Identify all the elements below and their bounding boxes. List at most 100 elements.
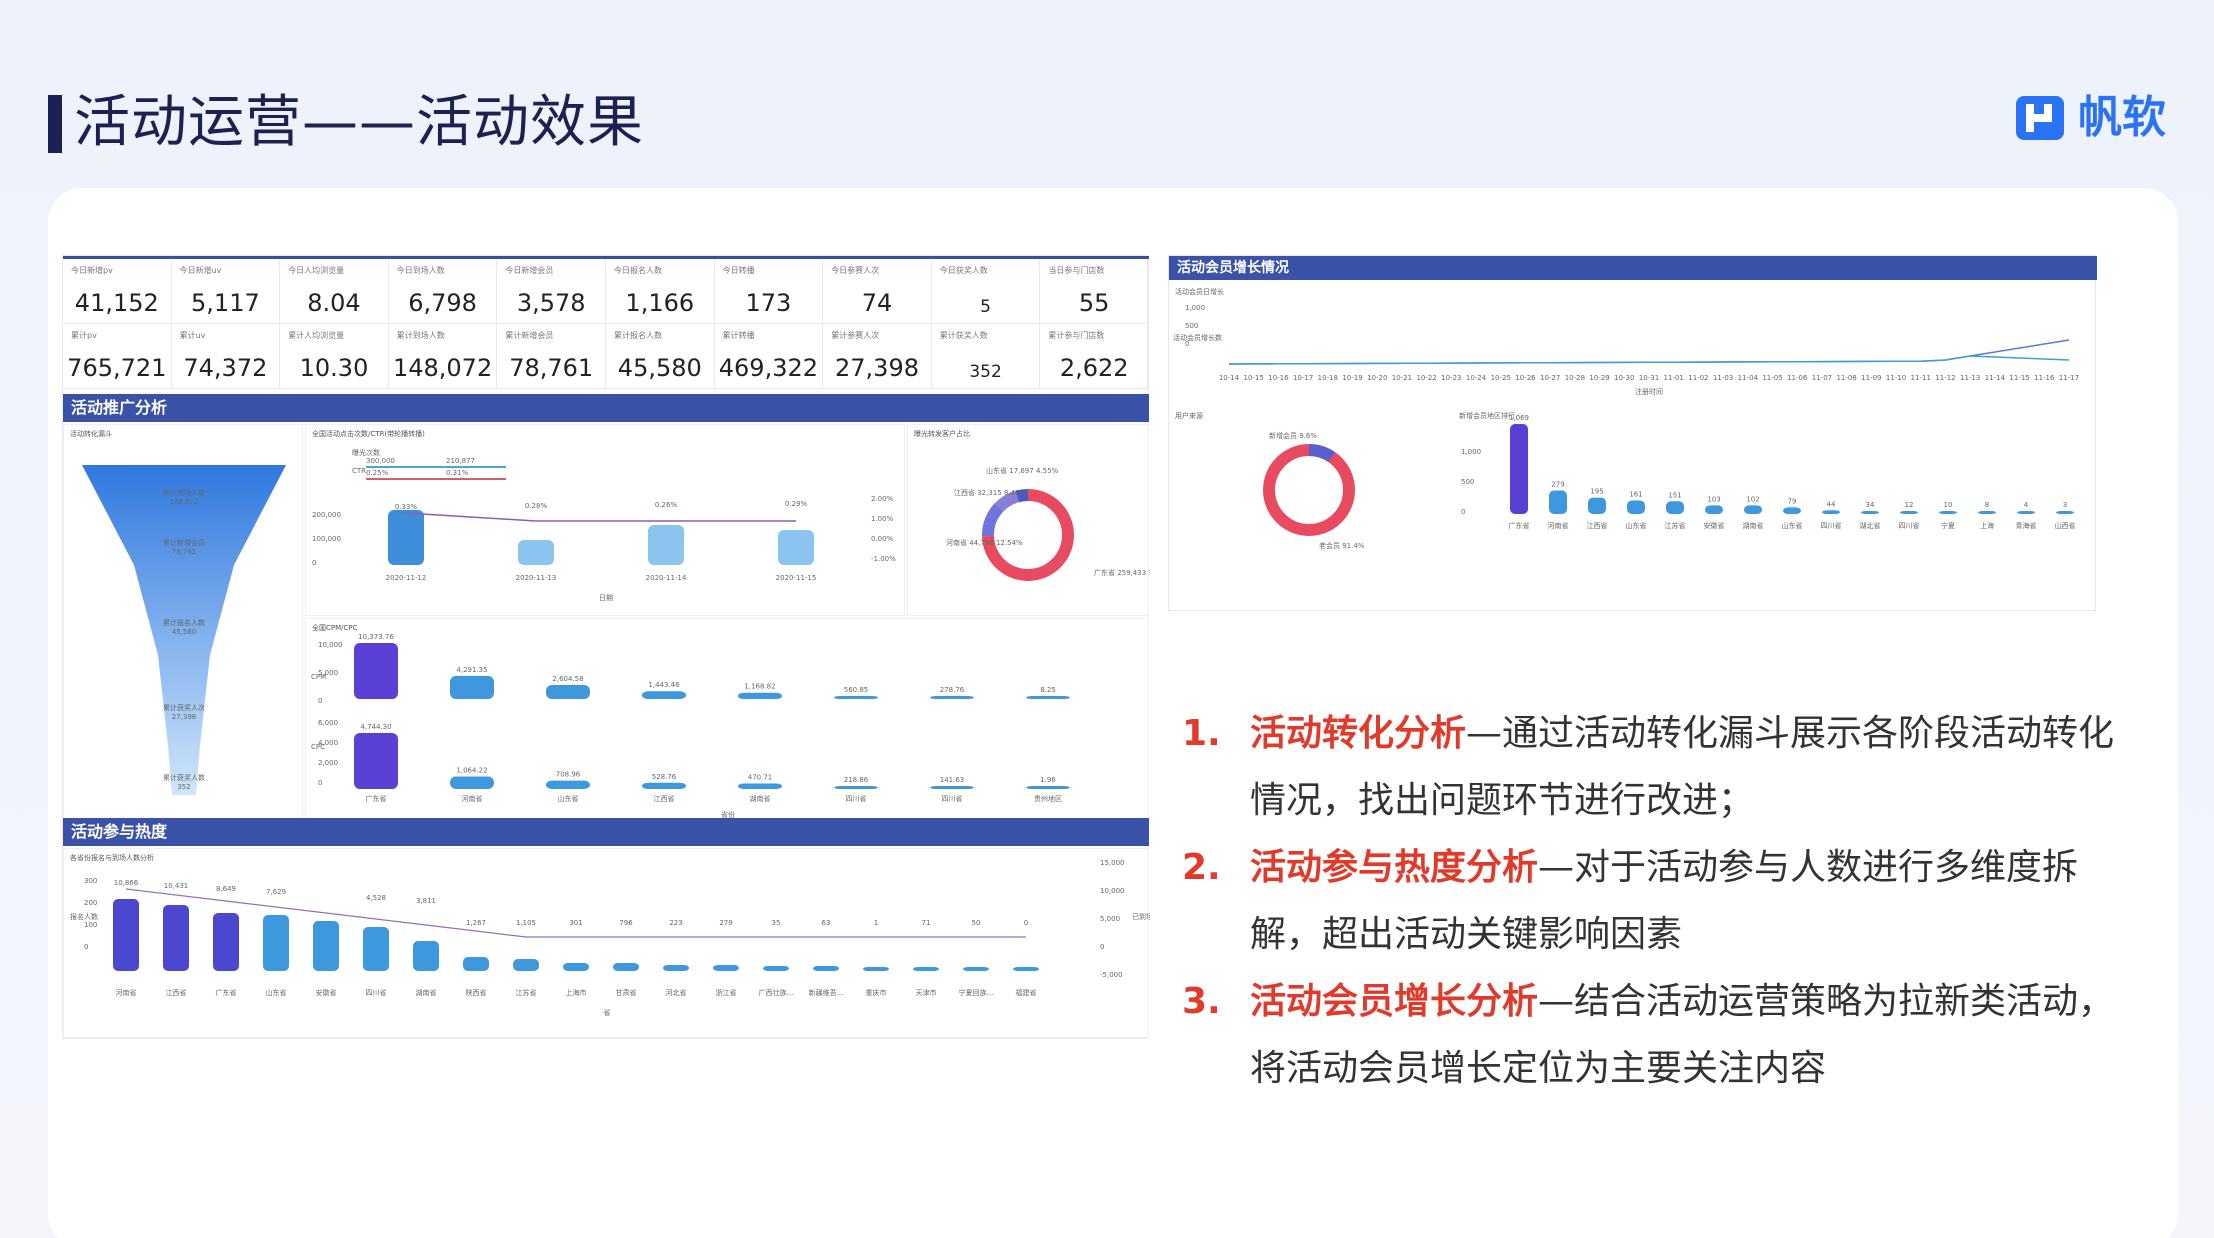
funnel-stage-label: 累计报名人数	[163, 618, 205, 627]
heat-label: 279	[719, 919, 732, 927]
heat-label: 10,431	[164, 882, 189, 890]
legend-value: 0.31%	[446, 469, 469, 477]
x-tick: 四川省	[942, 794, 963, 803]
x-tick: 2020-11-14	[646, 574, 687, 582]
region-bar	[1744, 505, 1762, 514]
funnel-stage-label: 累计新增会员	[163, 538, 205, 547]
kpi-value: 74	[861, 289, 893, 317]
kpi-cell: 今日获奖人数 5	[931, 259, 1041, 324]
x-tick: 河南省	[116, 988, 137, 997]
x-tick: 江苏省	[1665, 521, 1686, 530]
x-tick: 11-11	[1911, 374, 1931, 382]
growth-header: 活动会员增长情况	[1169, 256, 2097, 280]
title-accent-bar	[48, 95, 62, 153]
heat-bar	[963, 967, 989, 971]
region-label: 102	[1746, 495, 1759, 503]
x-tick: 甘肃省	[616, 988, 637, 997]
exposure-donut-panel: 曝光转发客户占比 山东省 17,697 4.55% 江西省 32,315 8.48…	[907, 424, 1175, 616]
region-bar	[1978, 511, 1996, 514]
region-bar	[1705, 505, 1723, 514]
ctr-label: 0.29%	[785, 500, 808, 508]
exposure-donut-chart: 山东省 17,697 4.55% 江西省 32,315 8.48% 河南省 44,7…	[946, 466, 1175, 581]
kpi-cell: 当日参与门店数 55	[1040, 259, 1149, 324]
cpm-label: 278.76	[940, 686, 965, 694]
kpi-cell: 今日人均浏览量 8.04	[280, 259, 389, 324]
y2-tick: 0	[1100, 943, 1104, 951]
legend-value: 300,000	[366, 457, 395, 465]
y-tick: 0	[1461, 508, 1465, 516]
cpc-label: 4,744.30	[360, 723, 391, 731]
kpi-cell: 累计pv 765,721	[63, 324, 172, 389]
x-tick: 四川省	[846, 794, 867, 803]
ctr-bar	[388, 510, 424, 565]
y-tick: 0	[84, 943, 88, 951]
x-tick: 山东省	[266, 988, 287, 997]
cpm-bar	[834, 695, 878, 699]
heat-bar	[263, 915, 289, 971]
x-tick: 福建省	[1016, 988, 1037, 997]
y2-tick: 15,000	[1100, 859, 1125, 867]
kpi-value: 45,580	[617, 354, 702, 382]
y-tick: 6,000	[318, 719, 338, 727]
heat-label: 796	[619, 919, 633, 927]
growth-line	[1228, 355, 2070, 365]
x-tick: 2020-11-13	[516, 574, 557, 582]
y-tick: 1,000	[1185, 304, 1205, 312]
kpi-label: 累计人均浏览量	[288, 331, 345, 340]
x-tick: 10-30	[1614, 374, 1634, 382]
heat-title: 各省份报名与到场人数分析	[70, 854, 154, 862]
heat-label: 1	[874, 919, 878, 927]
x-tick: 10-18	[1318, 374, 1338, 382]
kpi-cell: 今日新增pv 41,152	[63, 259, 172, 324]
region-label: 103	[1707, 495, 1720, 503]
cpc-label: 218.86	[844, 776, 869, 784]
donut-title: 用户来源	[1175, 411, 1203, 420]
x-tick: 安徽省	[316, 988, 337, 997]
region-label: 34	[1866, 501, 1875, 509]
y2-tick: 5,000	[1100, 915, 1120, 923]
x-tick: 广东省	[366, 794, 387, 803]
kpi-value: 352	[969, 362, 1002, 382]
funnel-panel: 活动转化漏斗 累计到场人数 148,072 累计新增会员 78,761 累计报名人数 45…	[63, 424, 303, 820]
notes-list: 1. 活动转化分析—通过活动转化漏斗展示各阶段活动转化情况，找出问题环节进行改进；…	[1182, 700, 2142, 1102]
note-number: 3.	[1182, 981, 1221, 1022]
brand: 帆软	[2014, 92, 2166, 144]
x-tick: 山西省	[2055, 521, 2076, 530]
heat-label: 63	[822, 919, 831, 927]
kpi-cell: 累计参赛人次 27,398	[823, 324, 932, 389]
x-tick: 10-22	[1416, 374, 1436, 382]
x-tick: 10-27	[1540, 374, 1560, 382]
heat-label: 1,105	[516, 919, 536, 927]
heat-label: 223	[669, 919, 682, 927]
cpm-label: 1,443.46	[648, 681, 680, 689]
kpi-value: 1,166	[625, 289, 695, 317]
x-tick: 上海市	[566, 988, 587, 997]
cpm-bar	[642, 691, 686, 699]
x-tick: 天津市	[916, 988, 937, 997]
cpm-bar	[546, 684, 590, 699]
heat-bar	[113, 899, 139, 971]
x-tick: 湖南省	[1743, 521, 1764, 530]
heat-label: 0	[1024, 919, 1028, 927]
heat-line	[125, 888, 1026, 938]
x-tick: 河南省	[1548, 521, 1569, 530]
y-tick: 2,000	[318, 759, 338, 767]
x-tick: 青海省	[2016, 521, 2037, 530]
region-bar	[2017, 511, 2035, 514]
kpi-value: 765,721	[67, 354, 167, 382]
region-bar	[1900, 511, 1918, 514]
cpc-label: 708.96	[556, 771, 581, 779]
kpi-cell: 今日到场人数 6,798	[388, 259, 498, 324]
kpi-label: 累计参赛人次	[831, 331, 880, 340]
kpi-label: 当日参与门店数	[1048, 266, 1105, 275]
x-tick: 2020-11-12	[386, 574, 427, 582]
kpi-value: 27,398	[835, 354, 919, 382]
heat-label: 3,811	[416, 897, 436, 905]
region-label: 279	[1551, 481, 1564, 489]
cpm-label: 8.25	[1040, 686, 1056, 694]
x-tick: 11-07	[1812, 374, 1832, 382]
kpi-value: 5	[980, 297, 991, 317]
cpm-chart: 10,0005,00006,0004,0002,0000CPMCPC10,373…	[311, 633, 1070, 819]
x-tick: 11-03	[1713, 374, 1733, 382]
x-tick: 11-17	[2059, 374, 2079, 382]
